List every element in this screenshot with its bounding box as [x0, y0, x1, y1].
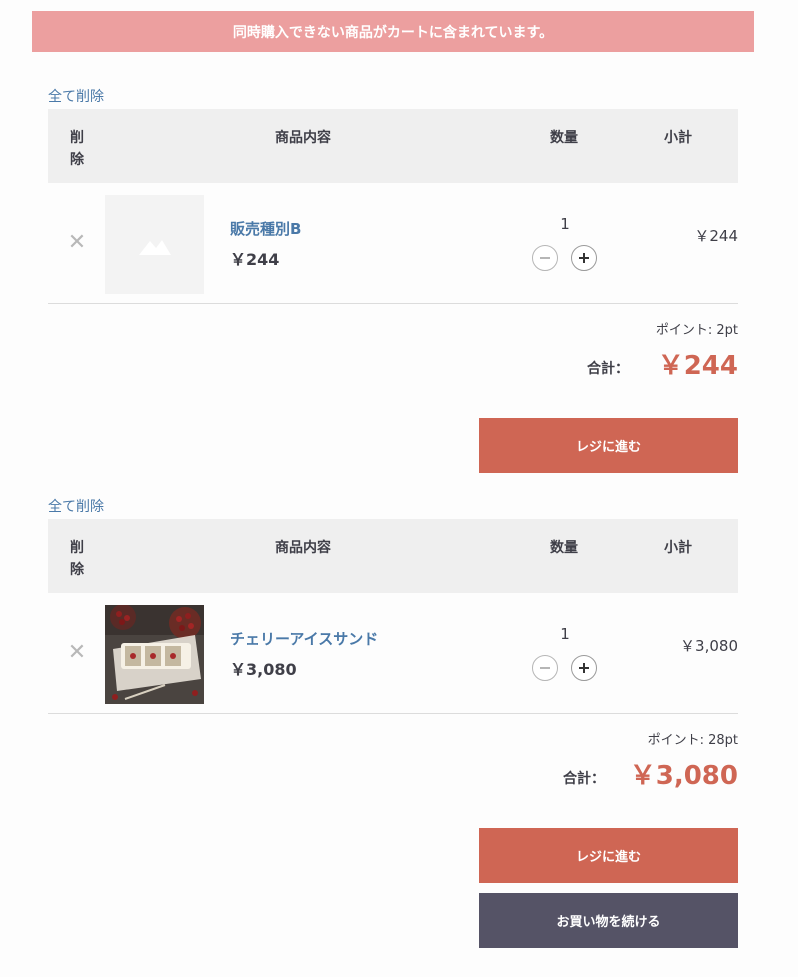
- cart-table-header: 削除 商品内容 数量 小計: [48, 519, 738, 593]
- header-quantity: 数量: [550, 540, 578, 556]
- unit-price: ￥244: [230, 250, 280, 269]
- remove-item-icon[interactable]: ✕: [66, 232, 88, 254]
- item-subtotal: ￥3,080: [680, 637, 738, 655]
- header-delete: 削除: [70, 130, 84, 168]
- quantity-value: 1: [560, 625, 570, 643]
- minus-icon: [540, 667, 550, 669]
- header-item: 商品内容: [275, 130, 331, 146]
- checkout-button-label: レジに進む: [575, 850, 641, 865]
- product-name-link[interactable]: チェリーアイスサンド: [230, 628, 378, 649]
- header-delete: 削除: [70, 540, 84, 578]
- plus-icon: [579, 663, 589, 673]
- product-name-link[interactable]: 販売種別B: [230, 218, 301, 239]
- decrease-quantity-button[interactable]: [532, 655, 558, 681]
- checkout-button[interactable]: レジに進む: [479, 828, 738, 883]
- plus-icon: [579, 253, 589, 263]
- checkout-button-label: レジに進む: [575, 440, 641, 455]
- cart-table-header: 削除 商品内容 数量 小計: [48, 109, 738, 183]
- header-quantity: 数量: [550, 130, 578, 146]
- increase-quantity-button[interactable]: [571, 245, 597, 271]
- header-subtotal: 小計: [664, 540, 692, 556]
- cart-item-row: ✕ 販売種別B ￥244 1 ￥244: [48, 183, 738, 304]
- points-earned: ポイント: 28pt: [647, 733, 738, 748]
- delete-all-link[interactable]: 全て削除: [48, 86, 104, 106]
- header-subtotal: 小計: [664, 130, 692, 146]
- cart-group-2: 全て削除 削除 商品内容 数量 小計 ✕ チェリーアイスサンド ￥3,080 1…: [48, 496, 738, 950]
- points-earned: ポイント: 2pt: [655, 323, 738, 338]
- alert-message: 同時購入できない商品がカートに含まれています。: [232, 24, 554, 41]
- remove-item-icon[interactable]: ✕: [66, 642, 88, 664]
- incompatible-items-alert: 同時購入できない商品がカートに含まれています。: [32, 11, 754, 52]
- total-label: 合計：: [563, 771, 605, 787]
- total-label: 合計：: [587, 361, 629, 377]
- increase-quantity-button[interactable]: [571, 655, 597, 681]
- total-amount: ￥3,080: [629, 761, 738, 791]
- cart-item-row: ✕ チェリーアイスサンド ￥3,080 1 ￥3,080: [48, 593, 738, 714]
- cart-group-1: 全て削除 削除 商品内容 数量 小計 ✕ 販売種別B ￥244 1 ￥244 ポ…: [48, 86, 738, 474]
- total-amount: ￥244: [657, 351, 738, 381]
- unit-price: ￥3,080: [230, 660, 297, 679]
- placeholder-icon: [105, 195, 204, 294]
- delete-all-link[interactable]: 全て削除: [48, 496, 104, 516]
- minus-icon: [540, 257, 550, 259]
- cherry-ice-sandwich-photo[interactable]: [105, 605, 204, 704]
- continue-shopping-button[interactable]: お買い物を続ける: [479, 893, 738, 948]
- header-item: 商品内容: [275, 540, 331, 556]
- continue-shopping-label: お買い物を続ける: [556, 915, 661, 930]
- quantity-value: 1: [560, 215, 570, 233]
- checkout-button[interactable]: レジに進む: [479, 418, 738, 473]
- item-subtotal: ￥244: [694, 227, 738, 245]
- decrease-quantity-button[interactable]: [532, 245, 558, 271]
